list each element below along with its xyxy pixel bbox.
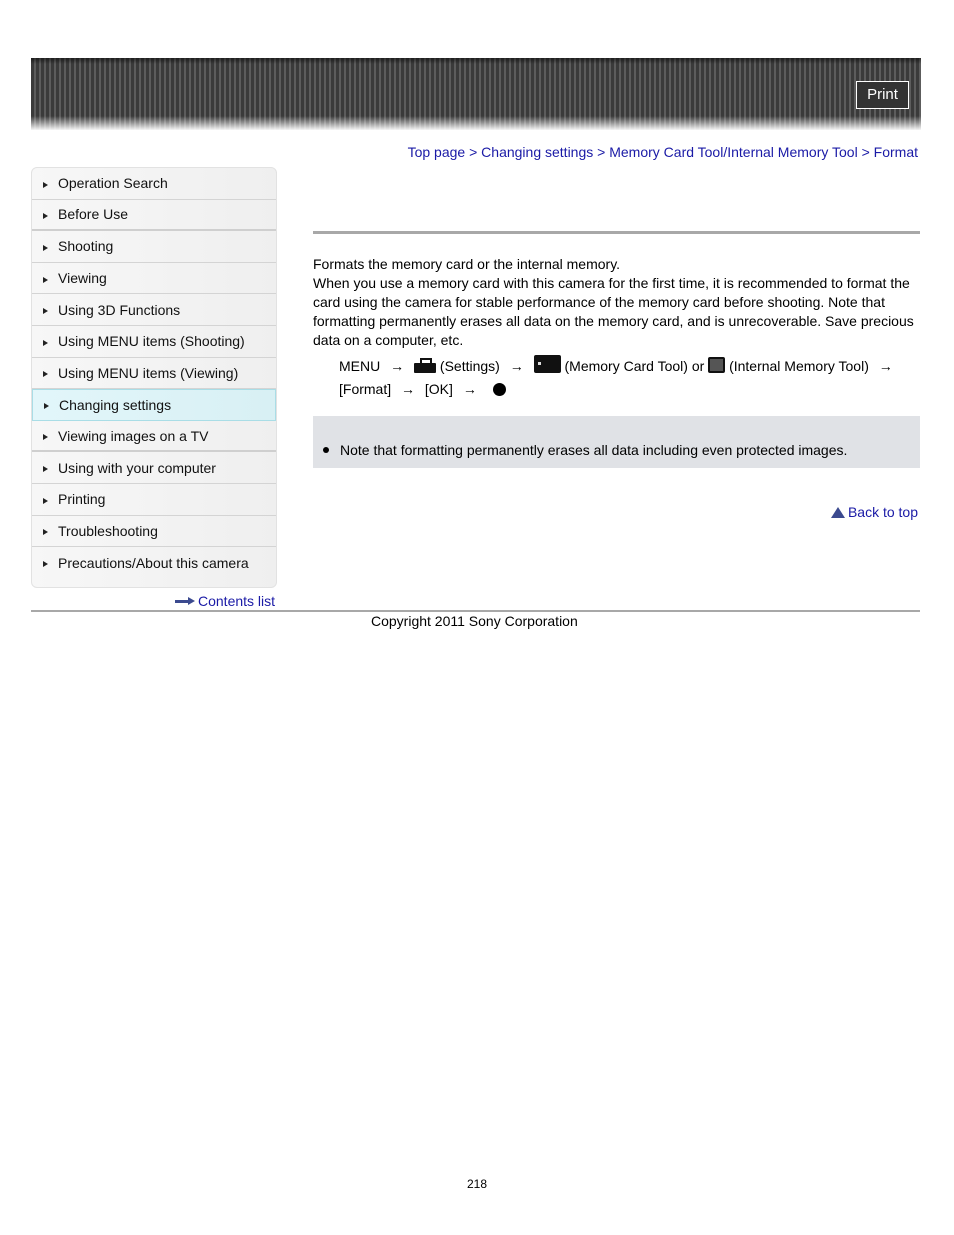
triangle-right-icon xyxy=(44,403,49,410)
sidebar-item-before-use[interactable]: Before Use xyxy=(32,200,276,232)
sidebar-item-viewing[interactable]: Viewing xyxy=(32,263,276,295)
sidebar-item-label: Viewing images on a TV xyxy=(58,427,209,444)
internal-memory-icon xyxy=(708,357,726,373)
step-format: [Format] xyxy=(339,381,392,397)
sidebar-item-precautions[interactable]: Precautions/About this camera xyxy=(32,547,276,579)
note-box: Note that formatting permanently erases … xyxy=(313,416,920,468)
breadcrumb-top-page[interactable]: Top page xyxy=(408,144,466,160)
triangle-right-icon xyxy=(43,212,48,219)
breadcrumb-format[interactable]: Format xyxy=(874,144,918,160)
breadcrumb-memory-card-tool[interactable]: Memory Card Tool/Internal Memory Tool xyxy=(609,144,857,160)
sidebar-item-operation-search[interactable]: Operation Search xyxy=(32,168,276,200)
triangle-right-icon xyxy=(43,529,48,536)
sidebar-item-menu-shooting[interactable]: Using MENU items (Shooting) xyxy=(32,326,276,358)
breadcrumb-separator: > xyxy=(861,144,870,160)
sidebar-item-label: Before Use xyxy=(58,206,129,223)
sidebar-item-menu-viewing[interactable]: Using MENU items (Viewing) xyxy=(32,358,276,390)
procedure-steps: MENU → (Settings) → (Memory Card Tool) o… xyxy=(339,355,919,401)
sidebar-item-viewing-tv[interactable]: Viewing images on a TV xyxy=(32,421,276,453)
back-to-top-label: Back to top xyxy=(847,504,918,520)
center-button-dot-icon xyxy=(492,383,506,396)
bullet-icon xyxy=(323,447,329,453)
sidebar-item-changing-settings[interactable]: Changing settings xyxy=(32,389,276,421)
triangle-right-icon xyxy=(43,497,48,504)
triangle-right-icon xyxy=(43,339,48,346)
settings-toolbox-icon xyxy=(414,358,437,373)
arrow-icon: → xyxy=(462,381,477,397)
step-menu: MENU xyxy=(339,358,381,374)
sidebar-item-label: Viewing xyxy=(58,270,107,287)
arrow-right-icon xyxy=(175,597,195,605)
header-banner: Print xyxy=(31,58,921,130)
sidebar-item-computer[interactable]: Using with your computer xyxy=(32,452,276,484)
sidebar-item-label: Printing xyxy=(58,491,106,508)
sidebar-item-label: Changing settings xyxy=(59,396,172,413)
back-to-top-link[interactable]: Back to top xyxy=(830,504,918,520)
contents-list-link[interactable]: Contents list xyxy=(175,593,275,609)
triangle-right-icon xyxy=(43,466,48,473)
copyright-text: Copyright 2011 Sony Corporation xyxy=(371,613,578,629)
print-button[interactable]: Print xyxy=(856,81,909,109)
contents-list-label: Contents list xyxy=(198,593,276,609)
footer-divider xyxy=(31,610,920,612)
breadcrumb-separator: > xyxy=(597,144,606,160)
arrow-icon: → xyxy=(878,358,893,374)
sidebar-item-troubleshooting[interactable]: Troubleshooting xyxy=(32,516,276,548)
arrow-icon: → xyxy=(509,358,524,374)
triangle-up-icon xyxy=(830,506,845,518)
step-internal-memory-tool: (Internal Memory Tool) xyxy=(729,358,869,374)
note-item: Note that formatting permanently erases … xyxy=(323,442,847,458)
triangle-right-icon xyxy=(43,561,48,568)
triangle-right-icon xyxy=(43,181,48,188)
sidebar-item-label: Troubleshooting xyxy=(58,522,158,539)
sidebar-nav: Operation Search Before Use Shooting Vie… xyxy=(31,167,277,588)
sidebar-item-3d-functions[interactable]: Using 3D Functions xyxy=(32,294,276,326)
sidebar-item-printing[interactable]: Printing xyxy=(32,484,276,516)
breadcrumb-separator: > xyxy=(469,144,478,160)
sidebar-item-label: Precautions/About this camera xyxy=(58,554,249,571)
triangle-right-icon xyxy=(43,308,48,315)
triangle-right-icon xyxy=(43,244,48,251)
title-divider xyxy=(313,231,920,234)
sidebar-item-label: Shooting xyxy=(58,238,114,255)
sidebar-item-label: Operation Search xyxy=(58,175,168,192)
arrow-icon: → xyxy=(401,381,416,397)
sidebar-item-label: Using with your computer xyxy=(58,459,216,476)
arrow-icon: → xyxy=(390,358,405,374)
breadcrumb: Top page > Changing settings > Memory Ca… xyxy=(408,144,918,160)
body-text: When you use a memory card with this cam… xyxy=(313,275,914,348)
sidebar-item-label: Using MENU items (Shooting) xyxy=(58,333,245,350)
step-settings: (Settings) xyxy=(439,358,500,374)
triangle-right-icon xyxy=(43,371,48,378)
triangle-right-icon xyxy=(43,276,48,283)
memory-card-icon xyxy=(533,355,561,373)
sidebar-item-label: Using 3D Functions xyxy=(58,301,181,318)
note-text: Note that formatting permanently erases … xyxy=(340,442,848,458)
intro-text: Formats the memory card or the internal … xyxy=(313,256,621,272)
triangle-right-icon xyxy=(43,434,48,441)
step-ok: [OK] xyxy=(424,381,453,397)
breadcrumb-changing-settings[interactable]: Changing settings xyxy=(481,144,593,160)
sidebar-item-shooting[interactable]: Shooting xyxy=(32,231,276,263)
sidebar-item-label: Using MENU items (Viewing) xyxy=(58,364,239,381)
page-number: 218 xyxy=(466,1177,488,1191)
main-content: Formats the memory card or the internal … xyxy=(313,255,923,350)
step-memory-card-tool: (Memory Card Tool) or xyxy=(564,358,705,374)
